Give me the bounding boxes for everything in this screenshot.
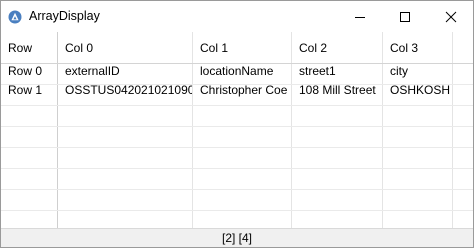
column-divider[interactable] <box>452 32 453 228</box>
cell-row1-col0[interactable]: OSSTUS0420210210901 <box>58 80 192 101</box>
column-header-row[interactable]: Row <box>1 38 57 59</box>
row-divider <box>1 126 473 127</box>
row-header-1[interactable]: Row 1 <box>1 80 57 101</box>
column-header-col3[interactable]: Col 3 <box>383 38 452 59</box>
row-divider <box>1 105 473 106</box>
title-bar[interactable]: ArrayDisplay <box>1 1 473 32</box>
status-bar: [2] [4] <box>1 228 473 247</box>
cell-row0-col0[interactable]: externalID <box>58 61 192 82</box>
column-header-col1[interactable]: Col 1 <box>193 38 291 59</box>
row-divider <box>1 168 473 169</box>
cell-row0-col1[interactable]: locationName <box>193 61 291 82</box>
cell-row1-col1[interactable]: Christopher Coe <box>193 80 291 101</box>
minimize-button[interactable] <box>337 1 382 32</box>
minimize-icon <box>354 16 365 18</box>
app-logo-icon <box>8 10 22 24</box>
cell-row1-col2[interactable]: 108 Mill Street <box>292 80 382 101</box>
column-header-col0[interactable]: Col 0 <box>58 38 192 59</box>
row-divider <box>1 147 473 148</box>
row-header-0[interactable]: Row 0 <box>1 61 57 82</box>
maximize-button[interactable] <box>382 1 427 32</box>
array-display-window: ArrayDisplay Row Col 0 Col 1 Col 2 Col 3… <box>0 0 474 248</box>
window-title: ArrayDisplay <box>29 9 100 23</box>
cell-row0-col2[interactable]: street1 <box>292 61 382 82</box>
column-header-col2[interactable]: Col 2 <box>292 38 382 59</box>
cell-row0-col3[interactable]: city <box>383 61 452 82</box>
maximize-icon <box>399 11 410 22</box>
row-divider <box>1 189 473 190</box>
data-grid[interactable]: Row Col 0 Col 1 Col 2 Col 3 Row 0 extern… <box>1 32 473 228</box>
close-button[interactable] <box>428 1 473 32</box>
cell-row1-col3[interactable]: OSHKOSH <box>383 80 452 101</box>
status-text: [2] [4] <box>221 231 253 245</box>
row-divider <box>1 210 473 211</box>
close-icon <box>445 11 456 22</box>
